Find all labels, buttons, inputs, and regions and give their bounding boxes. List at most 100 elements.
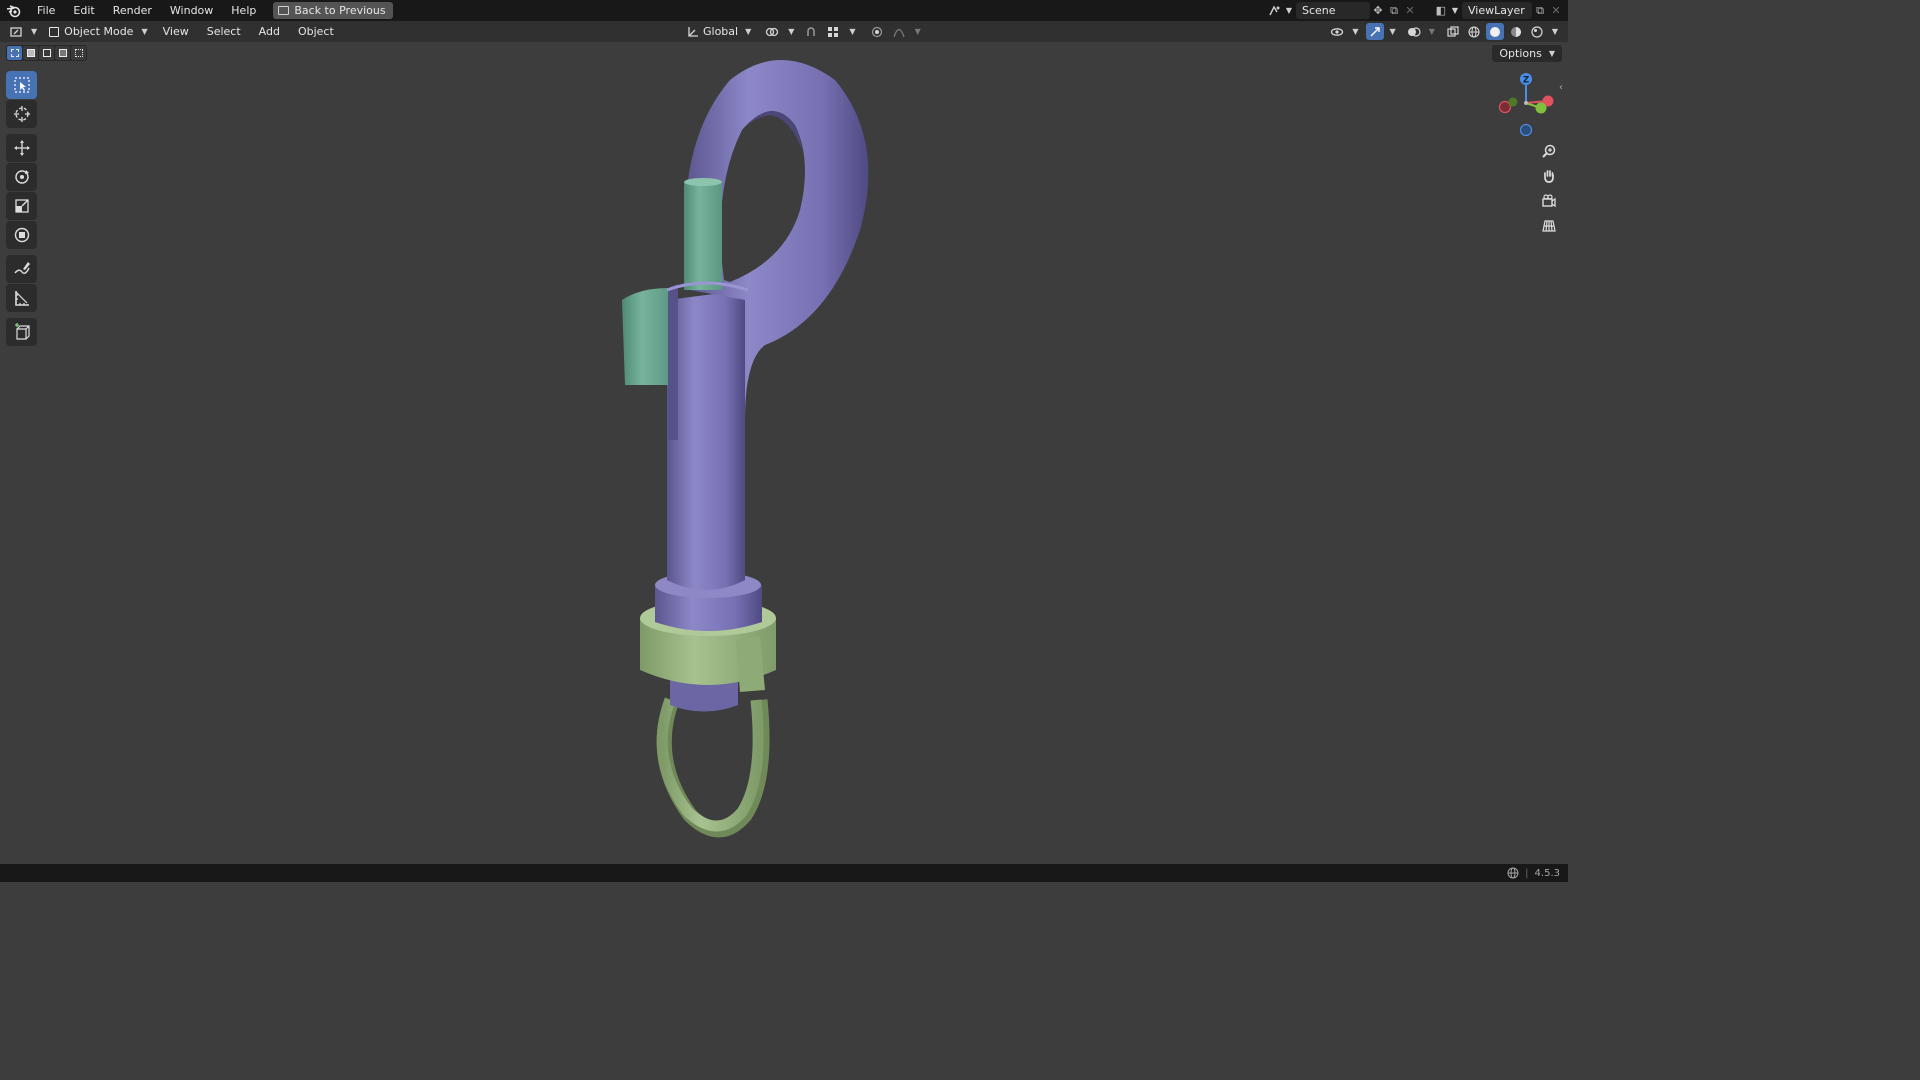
camera-view-button[interactable] (1538, 190, 1560, 212)
trigger-slot (668, 284, 678, 440)
swivel-collar-tab (736, 636, 765, 692)
menu-edit[interactable]: Edit (64, 0, 103, 21)
move-tool[interactable] (6, 134, 37, 162)
select-subtract-button[interactable] (39, 46, 54, 60)
menu-render[interactable]: Render (104, 0, 161, 21)
chevron-down-icon: ▼ (1451, 6, 1458, 15)
pivot-point-icon[interactable] (763, 23, 781, 40)
pan-button[interactable] (1538, 165, 1560, 187)
version-label: 4.5.3 (1534, 867, 1560, 879)
new-scene-icon[interactable]: ⧉ (1386, 2, 1402, 19)
chevron-down-icon: ▼ (1352, 27, 1359, 36)
select-box-icon (13, 77, 30, 93)
view-layer-name: ViewLayer (1468, 4, 1525, 17)
spring-gate-top (684, 178, 722, 186)
material-shading-icon[interactable] (1507, 23, 1525, 40)
mode-dropdown[interactable]: Object Mode ▼ (43, 23, 153, 40)
zoom-button[interactable] (1538, 140, 1560, 162)
menu-select[interactable]: Select (198, 21, 250, 42)
select-new-icon (10, 49, 19, 57)
menu-file[interactable]: File (28, 0, 64, 21)
select-box-tool[interactable] (6, 71, 37, 99)
snap-hook-model[interactable] (600, 50, 900, 853)
snap-icon[interactable] (802, 23, 820, 40)
xray-icon[interactable] (1444, 23, 1462, 40)
scene-name-field[interactable]: Scene (1296, 2, 1370, 19)
back-to-previous-button[interactable]: Back to Previous (273, 2, 393, 19)
overlays-icon[interactable] (1405, 23, 1423, 40)
selection-mode-buttons (6, 45, 87, 61)
hand-icon (1544, 170, 1554, 183)
object-mode-icon (49, 26, 60, 37)
menu-window[interactable]: Window (161, 0, 222, 21)
chevron-down-icon: ▼ (1551, 27, 1558, 36)
rendered-shading-icon[interactable] (1528, 23, 1546, 40)
neg-z-axis-handle[interactable] (1519, 123, 1533, 137)
select-intersect-icon (74, 49, 83, 57)
sidebar-toggle-icon[interactable]: ‹ (1559, 82, 1563, 93)
mode-label: Object Mode (64, 25, 134, 38)
zoom-icon (1542, 144, 1556, 158)
scene-name: Scene (1302, 4, 1336, 17)
measure-tool[interactable] (6, 284, 37, 312)
rotate-tool[interactable] (6, 163, 37, 191)
cursor-tool[interactable] (6, 100, 37, 128)
select-new-button[interactable] (7, 46, 22, 60)
editor-type-button[interactable]: ▼ (4, 23, 43, 40)
spring-gate (684, 182, 722, 290)
navigation-gizmo[interactable]: Z (1495, 70, 1555, 137)
select-invert-button[interactable] (55, 46, 70, 60)
perspective-toggle-button[interactable] (1538, 215, 1560, 237)
orientation-icon (688, 26, 698, 37)
menu-object[interactable]: Object (289, 21, 343, 42)
transform-tool[interactable] (6, 221, 37, 249)
select-intersect-button[interactable] (71, 46, 86, 60)
menu-help[interactable]: Help (222, 0, 265, 21)
select-subtract-icon (42, 49, 51, 57)
solid-shading-icon[interactable] (1485, 23, 1504, 40)
close-icon[interactable]: ✕ (1402, 2, 1418, 19)
options-label: Options (1499, 47, 1542, 60)
viewport-header: ▼ Object Mode ▼ View Select Add Object G… (0, 21, 1568, 42)
scene-icon[interactable] (1267, 2, 1283, 19)
wireframe-shading-icon[interactable] (1465, 23, 1483, 40)
close-icon[interactable]: ✕ (1548, 2, 1564, 19)
scale-icon (14, 199, 29, 213)
orientation-label: Global (703, 25, 739, 38)
visibility-icon[interactable] (1328, 23, 1346, 40)
screen-icon (278, 6, 290, 15)
gizmo-toggle-icon[interactable] (1365, 23, 1384, 40)
hook-shaft (667, 290, 745, 590)
select-extend-icon (26, 49, 35, 57)
view-layer-field[interactable]: ViewLayer (1462, 2, 1532, 19)
y-axis-handle[interactable] (1535, 102, 1547, 114)
chevron-down-icon: ▼ (141, 27, 148, 36)
options-dropdown[interactable]: Options ▼ (1492, 45, 1562, 62)
chevron-down-icon: ▼ (31, 27, 38, 36)
rotate-icon (14, 170, 29, 184)
proportional-editing-icon[interactable] (868, 23, 886, 40)
top-menu-bar: File Edit Render Window Help Back to Pre… (0, 0, 1568, 21)
add-cube-tool[interactable] (6, 318, 37, 346)
transform-icon (14, 227, 29, 243)
snap-target-icon[interactable] (824, 23, 842, 40)
annotate-tool[interactable] (6, 255, 37, 283)
menu-add[interactable]: Add (250, 21, 289, 42)
viewport-display-tools: ▼ ▼ ▼ ▼ (1328, 23, 1558, 40)
new-view-layer-icon[interactable]: ⧉ (1532, 2, 1548, 19)
select-extend-button[interactable] (23, 46, 38, 60)
falloff-icon[interactable] (890, 23, 908, 40)
camera-icon (1542, 194, 1556, 208)
transform-orientation-dropdown[interactable]: Global ▼ (685, 23, 753, 40)
pin-icon[interactable]: ✥ (1370, 2, 1386, 19)
neg-y-axis-handle[interactable] (1508, 97, 1518, 107)
menu-view[interactable]: View (154, 21, 198, 42)
cursor-icon (13, 106, 30, 122)
chevron-down-icon: ▼ (914, 27, 921, 36)
z-axis-label: Z (1523, 76, 1530, 86)
gate-trigger (622, 288, 672, 385)
blender-logo-icon[interactable] (0, 0, 28, 21)
chevron-down-icon: ▼ (1428, 27, 1435, 36)
view-layer-icon[interactable]: ◧ (1433, 2, 1449, 19)
scale-tool[interactable] (6, 192, 37, 220)
